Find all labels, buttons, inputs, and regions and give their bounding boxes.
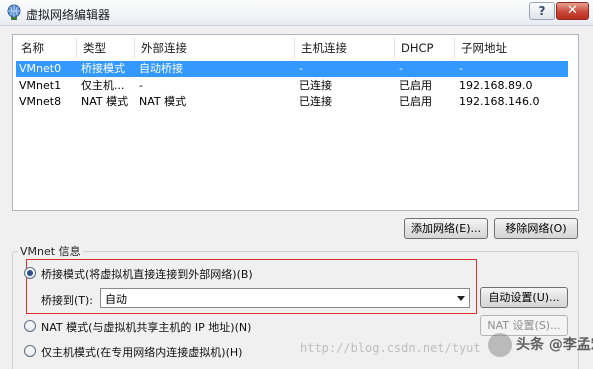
bridged-mode-radio[interactable] (24, 267, 36, 279)
bridge-to-label: 桥接到(T): (41, 294, 94, 307)
host-only-mode-label[interactable]: 仅主机模式(在专用网络内连接虚拟机)(H) (41, 344, 242, 360)
table-row[interactable]: VMnet8 NAT 模式 NAT 模式 已连接 已启用 192.168.146… (16, 94, 568, 110)
window-title: 虚拟网络编辑器 (26, 8, 111, 22)
column-header-host[interactable]: 主机连接 (295, 38, 395, 58)
table-row[interactable]: VMnet1 仅主机... - 已连接 已启用 192.168.89.0 (16, 78, 568, 94)
cell-type: NAT 模式 (81, 95, 129, 108)
cell-name: VMnet1 (19, 79, 62, 92)
cell-type: 桥接模式 (81, 62, 125, 75)
bridge-to-select[interactable]: 自动 (100, 288, 470, 308)
bridged-mode-label[interactable]: 桥接模式(将虚拟机直接连接到外部网络)(B) (41, 266, 253, 282)
cell-external: NAT 模式 (139, 95, 187, 108)
cell-name: VMnet8 (19, 95, 62, 108)
cell-external: 自动桥接 (139, 62, 183, 75)
cell-dhcp: 已启用 (399, 79, 432, 92)
help-button[interactable]: ? (529, 2, 555, 20)
blog-url-watermark: http://blog.csdn.net/tyut (300, 341, 481, 355)
chevron-down-icon (457, 296, 465, 301)
host-only-mode-radio[interactable] (24, 345, 36, 357)
close-button[interactable]: ✕ (556, 2, 589, 20)
auto-settings-button[interactable]: 自动设置(U)... (480, 287, 568, 308)
brand-logo-icon (488, 333, 512, 357)
cell-subnet: 192.168.89.0 (459, 79, 533, 92)
add-network-button[interactable]: 添加网络(E)... (404, 218, 488, 239)
column-header-external[interactable]: 外部连接 (135, 38, 295, 58)
cell-dhcp: 已启用 (399, 95, 432, 108)
bridge-to-value: 自动 (105, 293, 127, 306)
cell-host: 已连接 (299, 95, 332, 108)
table-row[interactable]: VMnet0 桥接模式 自动桥接 - - - (16, 61, 568, 77)
cell-name: VMnet0 (19, 62, 62, 75)
network-list[interactable]: 名称 类型 外部连接 主机连接 DHCP 子网地址 VMnet0 桥接模式 自动… (12, 34, 579, 211)
column-header-name[interactable]: 名称 (15, 38, 77, 58)
title-bar: 虚拟网络编辑器 ? ✕ (0, 0, 593, 26)
column-header-subnet[interactable]: 子网地址 (455, 38, 575, 58)
cell-external: - (139, 79, 143, 92)
column-header-type[interactable]: 类型 (77, 38, 135, 58)
cell-dhcp: - (399, 62, 403, 75)
cell-subnet: 192.168.146.0 (459, 95, 540, 108)
column-header-dhcp[interactable]: DHCP (395, 38, 455, 58)
brand-text: 头条 @李孟宏 (516, 337, 593, 353)
nat-mode-radio[interactable] (24, 320, 36, 332)
cell-subnet: - (459, 62, 463, 75)
cell-host: - (299, 62, 303, 75)
cell-host: 已连接 (299, 79, 332, 92)
brand-watermark: 头条 @李孟宏 (468, 328, 593, 369)
vmnet-info-label: VMnet 信息 (18, 243, 83, 259)
cell-type: 仅主机... (81, 79, 125, 92)
remove-network-button[interactable]: 移除网络(O) (494, 218, 578, 239)
nat-mode-label[interactable]: NAT 模式(与虚拟机共享主机的 IP 地址)(N) (41, 319, 251, 335)
network-globe-icon (7, 4, 21, 20)
